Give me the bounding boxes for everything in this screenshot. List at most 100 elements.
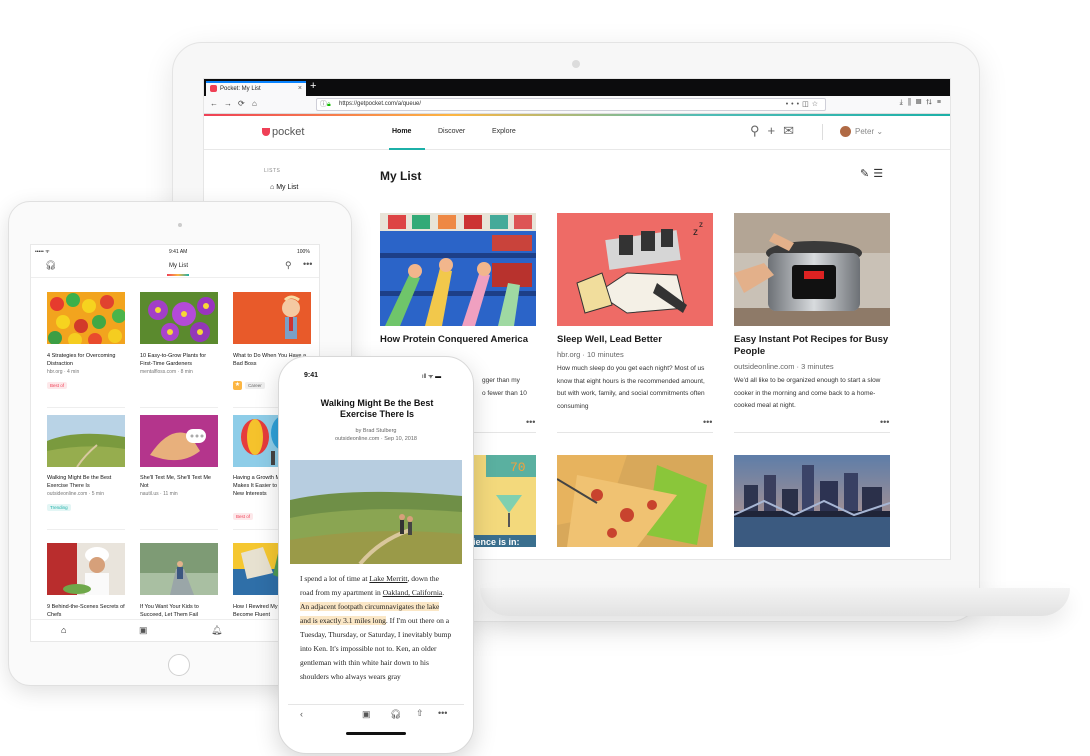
walking-photo [47, 415, 125, 467]
item-meta: outsideonline.com · 5 min [47, 491, 104, 497]
thumb-kids[interactable] [140, 543, 218, 595]
sleep-illustration: z z [557, 213, 713, 326]
user-name: Peter [855, 127, 875, 136]
search-icon[interactable]: ⚲ [750, 123, 768, 138]
article-source: outsideonline.com · Sep 10, 2018 [335, 436, 417, 442]
card-image-science[interactable]: 70 cience is in: [466, 455, 536, 547]
pocket-save-icon[interactable]: ◫ [802, 101, 812, 108]
item-divider [47, 529, 125, 530]
thumb-bad-boss[interactable] [233, 292, 311, 344]
excerpt-line: o fewer than 10 [482, 389, 527, 397]
svg-text:z: z [699, 220, 703, 229]
share-icon[interactable]: ⇧ [416, 708, 424, 719]
pizza-photo [557, 455, 713, 547]
item-title[interactable]: She'll Text Me, She'll Text Me Not [140, 474, 218, 490]
status-time: 9:41 [304, 372, 319, 379]
chef-photo [47, 543, 125, 595]
new-tab-button[interactable]: + [310, 80, 316, 92]
status-time: 9:41 AM [169, 249, 188, 255]
home-button[interactable]: ⌂ [252, 99, 257, 108]
forward-button[interactable]: → [224, 99, 232, 108]
page-title: My List [380, 169, 422, 183]
edit-pencil-icon[interactable]: ✎ [860, 168, 873, 180]
back-button[interactable]: ← [210, 99, 218, 108]
inbox-icon[interactable]: ✉ [783, 123, 802, 138]
nav-discover[interactable]: Discover [438, 128, 465, 135]
library-icon[interactable]: ⫼ [908, 99, 916, 106]
card-title[interactable]: How Protein Conquered America [380, 334, 536, 346]
item-meta: hbr.org · 4 min [47, 369, 80, 375]
tablet-camera [178, 223, 182, 227]
card-image-sleep[interactable]: z z [557, 213, 713, 326]
archive-icon[interactable]: ▣ [139, 625, 148, 636]
more-options-icon[interactable]: ••• [303, 259, 312, 269]
status-icons: ıll ᯤ ▬ [422, 374, 442, 380]
item-title[interactable]: 4 Strategies for Overcoming Distraction [47, 352, 125, 368]
card-title[interactable]: Easy Instant Pot Recipes for Busy People [734, 334, 890, 358]
browser-tab[interactable]: Pocket: My List × [206, 81, 306, 96]
item-divider [140, 407, 218, 408]
headphones-icon[interactable]: 🎧︎ [45, 260, 56, 271]
more-options-icon[interactable]: ••• [880, 417, 889, 427]
more-options-icon[interactable]: ••• [526, 417, 535, 427]
bell-icon[interactable]: 🔔︎ [211, 625, 222, 636]
nav-explore[interactable]: Explore [492, 128, 516, 135]
more-options-icon[interactable]: ••• [703, 417, 712, 427]
card-image-skyline[interactable] [734, 455, 890, 547]
list-view-icon[interactable]: ☰ [873, 168, 887, 180]
card-image-protein[interactable] [380, 213, 536, 326]
back-chevron-icon[interactable]: ‹ [300, 709, 303, 719]
card-meta: outsideonline.com · 3 minutes [734, 362, 834, 371]
home-icon[interactable]: ⌂ [61, 625, 66, 635]
thumb-candies[interactable] [47, 292, 125, 344]
archive-icon[interactable]: ▣ [362, 709, 371, 720]
tablet-home-button[interactable] [168, 654, 190, 676]
star-icon: ★ [233, 381, 242, 390]
card-divider [474, 432, 536, 433]
link-oakland[interactable]: Oakland, California [383, 588, 443, 597]
sidebar-item-my-list[interactable]: ⌂ My List [270, 184, 298, 191]
headphones-icon[interactable]: 🎧︎ [390, 709, 401, 720]
status-battery: 100% [297, 249, 310, 255]
link-lake-merritt[interactable]: Lake Merritt [369, 574, 407, 583]
download-icon[interactable]: ⤓ [900, 99, 908, 106]
add-icon[interactable]: + [768, 123, 784, 138]
item-title[interactable]: If You Want Your Kids to Succeed, Let Th… [140, 603, 218, 619]
article-body: I spend a lot of time at Lake Merritt, d… [300, 572, 452, 684]
card-title[interactable]: Sleep Well, Lead Better [557, 334, 713, 346]
kids-photo [140, 543, 218, 595]
card-image-pizza[interactable] [557, 455, 713, 547]
sidebar-icon[interactable]: ▤ [916, 99, 926, 106]
page-actions-icon[interactable]: •••◫☆ [786, 99, 821, 110]
menu-icon[interactable]: ≡ [937, 99, 946, 106]
tab-close-icon[interactable]: × [298, 83, 302, 95]
sync-icon[interactable]: ⇅ [926, 99, 937, 106]
status-signal: ••••• ᯤ [35, 249, 50, 255]
thumb-text-me[interactable] [140, 415, 218, 467]
nav-toolbar: ← → ⟳ ⌂ ⓘ 🔒︎ https://getpocket.com/a/que… [204, 96, 950, 114]
info-icon[interactable]: ⓘ [320, 99, 327, 110]
tablet-title: My List [169, 263, 189, 269]
flowers-photo [140, 292, 218, 344]
user-menu[interactable]: Peter ⌄ [840, 126, 883, 137]
item-title[interactable]: 9 Behind-the-Scenes Secrets of Chefs [47, 603, 125, 619]
card-image-instant-pot[interactable] [734, 213, 890, 326]
lock-icon: 🔒︎ [327, 101, 331, 108]
item-title[interactable]: Walking Might Be the Best Exercise There… [47, 474, 125, 490]
lists-label: LISTS [264, 168, 281, 174]
more-options-icon[interactable]: ••• [438, 708, 447, 718]
chevron-down-icon: ⌄ [876, 127, 884, 136]
url-bar[interactable]: ⓘ 🔒︎ https://getpocket.com/a/queue/ •••◫… [316, 98, 826, 111]
thumb-walking[interactable] [47, 415, 125, 467]
phone-screen: 9:41 ıll ᯤ ▬ Walking Might Be the Best E… [288, 366, 464, 742]
thumb-flowers[interactable] [140, 292, 218, 344]
article-byline: by Brad Stulberg [355, 428, 397, 434]
nav-home[interactable]: Home [392, 128, 411, 135]
item-title[interactable]: 10 Easy-to-Grow Plants for First-Time Ga… [140, 352, 218, 368]
pocket-logo[interactable]: pocket [262, 126, 304, 138]
url-text: https://getpocket.com/a/queue/ [339, 101, 422, 107]
bookmark-star-icon[interactable]: ☆ [812, 101, 821, 108]
search-icon[interactable]: ⚲ [285, 260, 292, 271]
reload-button[interactable]: ⟳ [238, 99, 245, 108]
thumb-chef[interactable] [47, 543, 125, 595]
